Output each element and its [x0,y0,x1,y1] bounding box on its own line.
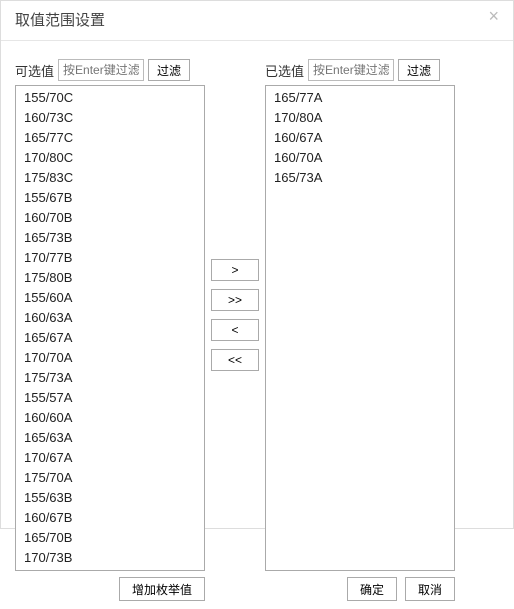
selected-label: 已选值 [265,61,304,80]
list-item[interactable]: 160/73C [16,108,204,128]
list-item[interactable]: 170/80C [16,148,204,168]
list-item[interactable]: 165/77A [266,88,454,108]
available-filter-input[interactable] [58,59,144,81]
move-buttons-column: > >> < << [205,59,265,571]
dialog-body: 可选值 过滤 155/70C160/73C165/77C170/80C175/8… [1,41,513,609]
available-listbox[interactable]: 155/70C160/73C165/77C170/80C175/83C155/6… [15,85,205,571]
columns: 可选值 过滤 155/70C160/73C165/77C170/80C175/8… [15,59,499,571]
list-item[interactable]: 155/67B [16,188,204,208]
list-item[interactable]: 160/70B [16,208,204,228]
available-label: 可选值 [15,61,54,80]
list-item[interactable]: 175/83C [16,168,204,188]
list-item[interactable]: 170/70A [16,348,204,368]
list-item[interactable]: 155/60A [16,288,204,308]
selected-filter-button[interactable]: 过滤 [398,59,440,81]
list-item[interactable]: 165/73A [266,168,454,188]
list-item[interactable]: 165/70B [16,528,204,548]
list-item[interactable]: 160/63A [16,308,204,328]
footer-row: 增加枚举值 确定 取消 [15,577,499,601]
move-all-right-button[interactable]: >> [211,289,259,311]
list-item[interactable]: 165/63A [16,428,204,448]
selected-column: 已选值 过滤 165/77A170/80A160/67A160/70A165/7… [265,59,455,571]
list-item[interactable]: 170/77B [16,248,204,268]
list-item[interactable]: 170/80A [266,108,454,128]
list-item[interactable]: 175/70A [16,468,204,488]
list-item[interactable]: 155/70C [16,88,204,108]
selected-filter-input[interactable] [308,59,394,81]
cancel-button[interactable]: 取消 [405,577,455,601]
list-item[interactable]: 155/57A [16,388,204,408]
selected-listbox[interactable]: 165/77A170/80A160/67A160/70A165/73A [265,85,455,571]
list-item[interactable]: 175/80B [16,268,204,288]
available-header: 可选值 过滤 [15,59,205,81]
add-enum-button[interactable]: 增加枚举值 [119,577,205,601]
list-item[interactable]: 165/67A [16,328,204,348]
footer-right: 确定 取消 [265,577,455,601]
value-range-dialog: 取值范围设置 × 可选值 过滤 155/70C160/73C165/77C170… [0,0,514,529]
list-item[interactable]: 165/73B [16,228,204,248]
list-item[interactable]: 175/73A [16,368,204,388]
available-filter-button[interactable]: 过滤 [148,59,190,81]
list-item[interactable]: 165/77C [16,128,204,148]
footer-left: 增加枚举值 [15,577,205,601]
list-item[interactable]: 170/73B [16,548,204,568]
list-item[interactable]: 160/70A [266,148,454,168]
move-all-left-button[interactable]: << [211,349,259,371]
dialog-title: 取值范围设置 [15,12,105,29]
available-column: 可选值 过滤 155/70C160/73C165/77C170/80C175/8… [15,59,205,571]
list-item[interactable]: 160/60A [16,408,204,428]
close-icon[interactable]: × [488,7,499,25]
footer-mid [205,577,265,601]
list-item[interactable]: 160/67B [16,508,204,528]
selected-header: 已选值 过滤 [265,59,455,81]
dialog-header: 取值范围设置 × [1,1,513,41]
list-item[interactable]: 160/67A [266,128,454,148]
move-left-button[interactable]: < [211,319,259,341]
ok-button[interactable]: 确定 [347,577,397,601]
move-right-button[interactable]: > [211,259,259,281]
list-item[interactable]: 155/63B [16,488,204,508]
list-item[interactable]: 170/67A [16,448,204,468]
